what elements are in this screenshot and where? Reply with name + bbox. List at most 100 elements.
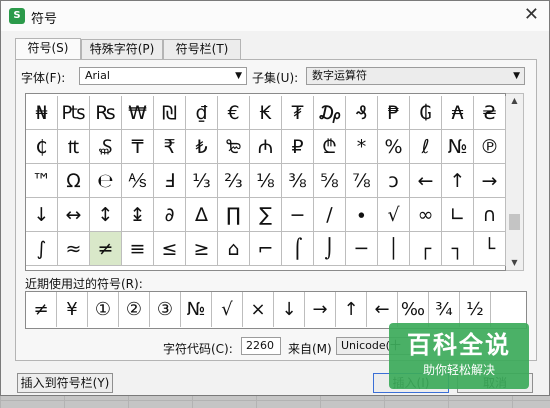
- symbol-cell[interactable]: ₩: [122, 96, 154, 130]
- symbol-cell[interactable]: ₫: [186, 96, 218, 130]
- symbol-cell[interactable]: №: [442, 130, 474, 164]
- scroll-thumb[interactable]: [509, 214, 520, 230]
- symbol-cell[interactable]: ≤: [154, 232, 186, 266]
- font-select[interactable]: Arial ▼: [79, 67, 247, 85]
- recent-symbol-cell[interactable]: ←: [367, 292, 398, 327]
- symbol-cell[interactable]: ∫: [26, 232, 58, 266]
- symbol-cell[interactable]: ₨: [90, 96, 122, 130]
- recent-symbol-cell[interactable]: ≠: [26, 292, 57, 327]
- symbol-cell[interactable]: ₷: [90, 130, 122, 164]
- symbol-cell[interactable]: ⅝: [314, 164, 346, 198]
- scroll-down-icon[interactable]: ▼: [506, 256, 523, 270]
- symbol-cell[interactable]: ≠: [90, 232, 122, 266]
- symbol-cell[interactable]: ↔: [58, 198, 90, 232]
- symbol-cell[interactable]: ⅓: [186, 164, 218, 198]
- symbol-cell[interactable]: └: [474, 232, 506, 266]
- symbol-cell[interactable]: ≥: [186, 232, 218, 266]
- symbol-cell[interactable]: ⌠: [282, 232, 314, 266]
- symbol-cell[interactable]: ⅜: [282, 164, 314, 198]
- symbol-cell[interactable]: ₹: [154, 130, 186, 164]
- symbol-cell[interactable]: ↑: [442, 164, 474, 198]
- symbol-cell[interactable]: ₶: [58, 130, 90, 164]
- symbol-cell[interactable]: ₵: [26, 130, 58, 164]
- recent-symbol-cell[interactable]: ‰: [398, 292, 429, 327]
- recent-symbol-cell[interactable]: →: [305, 292, 336, 327]
- symbol-cell[interactable]: ₳: [442, 96, 474, 130]
- char-code-input[interactable]: 2260: [241, 337, 281, 355]
- symbol-cell[interactable]: │: [378, 232, 410, 266]
- symbol-cell[interactable]: ₧: [58, 96, 90, 130]
- symbol-cell[interactable]: ∏: [218, 198, 250, 232]
- symbol-cell[interactable]: ₱: [378, 96, 410, 130]
- symbol-cell[interactable]: ₰: [346, 96, 378, 130]
- insert-to-bar-button[interactable]: 插入到符号栏(Y): [17, 373, 113, 393]
- symbol-cell[interactable]: ∙: [346, 198, 378, 232]
- symbol-cell[interactable]: ⌡: [314, 232, 346, 266]
- symbol-cell[interactable]: ⅛: [250, 164, 282, 198]
- recent-symbol-cell[interactable]: №: [181, 292, 212, 327]
- symbol-cell[interactable]: ─: [346, 232, 378, 266]
- tab-symbol-bar[interactable]: 符号栏(T): [163, 39, 241, 59]
- subset-select[interactable]: 数字运算符 ▼: [306, 67, 525, 85]
- recent-symbol-cell[interactable]: ↓: [274, 292, 305, 327]
- symbol-cell[interactable]: ₾: [314, 130, 346, 164]
- symbol-cell[interactable]: ≈: [58, 232, 90, 266]
- scroll-up-icon[interactable]: ▲: [506, 94, 523, 108]
- recent-symbol-cell[interactable]: ①: [88, 292, 119, 327]
- symbol-cell[interactable]: ⅔: [218, 164, 250, 198]
- symbol-cell[interactable]: ⅞: [346, 164, 378, 198]
- symbol-cell[interactable]: ∞: [410, 198, 442, 232]
- symbol-cell[interactable]: ∟: [442, 198, 474, 232]
- symbol-cell[interactable]: *: [346, 130, 378, 164]
- symbol-cell[interactable]: %: [378, 130, 410, 164]
- symbol-cell[interactable]: ₮: [282, 96, 314, 130]
- symbol-cell[interactable]: →: [474, 164, 506, 198]
- symbol-cell[interactable]: ⅍: [122, 164, 154, 198]
- recent-symbol-cell[interactable]: ½: [460, 292, 491, 327]
- symbol-cell[interactable]: ∩: [474, 198, 506, 232]
- symbol-cell[interactable]: ↓: [26, 198, 58, 232]
- symbol-cell[interactable]: ₴: [474, 96, 506, 130]
- symbol-cell[interactable]: €: [218, 96, 250, 130]
- symbol-cell[interactable]: ™: [26, 164, 58, 198]
- symbol-cell[interactable]: ↨: [122, 198, 154, 232]
- symbol-cell[interactable]: ∕: [314, 198, 346, 232]
- symbol-cell[interactable]: ₼: [250, 130, 282, 164]
- symbol-cell[interactable]: −: [282, 198, 314, 232]
- symbol-cell[interactable]: ⌂: [218, 232, 250, 266]
- symbol-cell[interactable]: ₸: [122, 130, 154, 164]
- symbol-cell[interactable]: ₽: [282, 130, 314, 164]
- close-icon[interactable]: ✕: [524, 6, 539, 24]
- tab-symbols[interactable]: 符号(S): [15, 38, 81, 60]
- tab-special-chars[interactable]: 特殊字符(P): [81, 39, 163, 59]
- recent-symbol-cell[interactable]: ¾: [429, 292, 460, 327]
- recent-symbol-cell[interactable]: ¥: [57, 292, 88, 327]
- symbol-cell[interactable]: ←: [410, 164, 442, 198]
- symbol-cell[interactable]: ℓ: [410, 130, 442, 164]
- symbol-cell[interactable]: ₪: [154, 96, 186, 130]
- symbol-cell[interactable]: ∂: [154, 198, 186, 232]
- symbol-cell[interactable]: ₯: [314, 96, 346, 130]
- symbol-cell[interactable]: ₲: [410, 96, 442, 130]
- symbol-cell[interactable]: ↕: [90, 198, 122, 232]
- recent-symbol-cell[interactable]: ③: [150, 292, 181, 327]
- symbol-cell[interactable]: ℮: [90, 164, 122, 198]
- symbol-cell[interactable]: ┐: [442, 232, 474, 266]
- symbol-cell[interactable]: Ω: [58, 164, 90, 198]
- recent-symbol-cell[interactable]: ②: [119, 292, 150, 327]
- symbol-cell[interactable]: ₦: [26, 96, 58, 130]
- symbol-cell[interactable]: ₻: [218, 130, 250, 164]
- recent-symbol-cell[interactable]: ↑: [336, 292, 367, 327]
- symbol-cell[interactable]: Ⅎ: [154, 164, 186, 198]
- symbol-cell[interactable]: ┌: [410, 232, 442, 266]
- symbol-cell[interactable]: √: [378, 198, 410, 232]
- symbol-cell[interactable]: ⌐: [250, 232, 282, 266]
- symbol-cell[interactable]: ℗: [474, 130, 506, 164]
- symbol-cell[interactable]: ₭: [250, 96, 282, 130]
- symbol-cell[interactable]: ₺: [186, 130, 218, 164]
- symbol-cell[interactable]: ∑: [250, 198, 282, 232]
- symbol-cell[interactable]: ↄ: [378, 164, 410, 198]
- recent-symbol-cell[interactable]: √: [212, 292, 243, 327]
- symbol-cell[interactable]: ≡: [122, 232, 154, 266]
- symbol-grid-scrollbar[interactable]: ▲ ▼: [506, 93, 524, 271]
